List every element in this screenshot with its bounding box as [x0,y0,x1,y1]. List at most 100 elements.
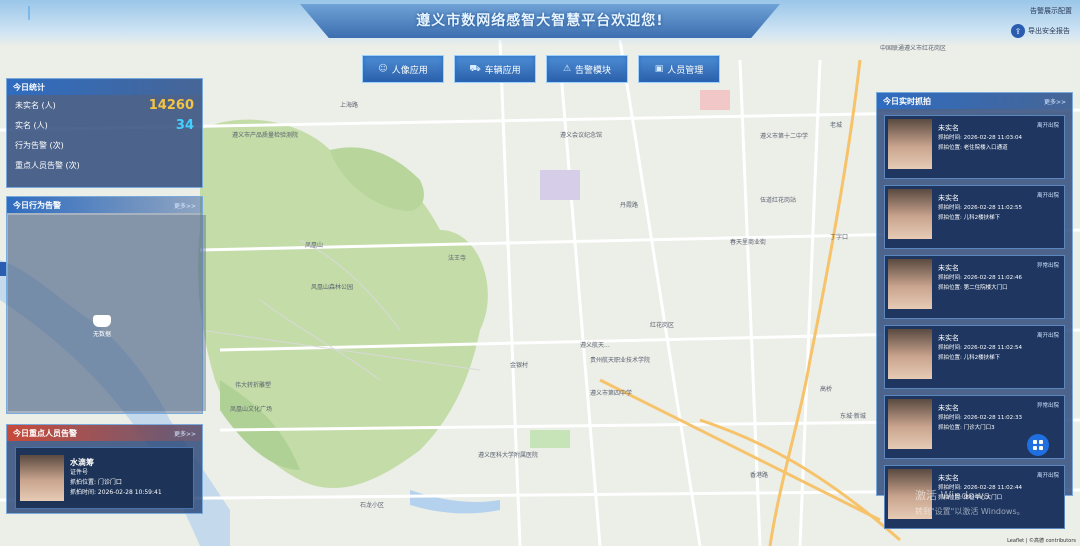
map-attribution[interactable]: Leaflet | ©高德 contributors [1007,537,1076,544]
export-report-label: 导出安全报告 [1028,27,1070,35]
capture-time: 抓拍时间: 2026-02-28 11:02:33 [938,415,1023,421]
nav-label: 告警模块 [575,65,612,76]
watermark-line: 激活 Windows [915,489,990,502]
person-name: 未实名 [938,404,959,412]
person-card-icon: ▣ [654,64,664,74]
more-link[interactable]: 更多>> [174,429,196,438]
more-link[interactable]: 更多>> [1044,97,1066,106]
person-photo [888,329,932,379]
map-label: 遵义航天... [580,342,610,349]
key-person-card[interactable]: 水滴筹 证件号 抓拍位置: 门诊门口 抓拍时间: 2026-02-28 10:5… [15,447,194,509]
nav-label: 车辆应用 [484,65,521,76]
map-label: 凤凰山 [305,242,324,249]
capture-time: 抓拍时间: 2026-02-28 11:02:55 [938,205,1023,211]
alarm-icon: ⚠ [562,64,572,74]
nav-label: 人像应用 [391,65,428,76]
map-label: 贵州航天职业技术学院 [590,357,651,364]
map-label: 凤凰山文化广场 [230,406,273,413]
top-header: 遵义市数网络感智大智慧平台欢迎您! 告警展示配置 ⇪ 导出安全报告 [0,0,1080,46]
map-label: 香港路 [750,472,769,479]
capture-card[interactable]: 未实名 抓拍时间: 2026-02-28 11:02:46 抓拍位置: 第二住院… [884,255,1065,319]
person-name: 未实名 [938,124,959,132]
capture-location: 抓拍位置: 门诊门口 [70,479,122,486]
today-stats-panel: 今日统计 未实名 (人) 14260 实名 (人) 34 行为告警 (次) 重点… [6,78,203,188]
stat-value: 14260 [148,97,194,113]
grid-icon [1033,440,1043,450]
map-label: 伟大转折雕塑 [235,382,272,389]
nav-label: 人员管理 [667,65,704,76]
map-label: 石龙小区 [360,502,385,509]
map-label: 遵义市第四中学 [590,390,633,397]
capture-card[interactable]: 未实名 抓拍时间: 2026-02-28 11:02:54 抓拍位置: 儿科2楼… [884,325,1065,389]
page-title: 遵义市数网络感智大智慧平台欢迎您! [416,13,664,29]
nav-face-app[interactable]: ☺ 人像应用 [362,55,444,83]
map-label: 遵义市产品质量检验测院 [232,132,299,139]
map-label: 春天里商业街 [730,239,767,246]
panel-header: 今日实时抓拍 更多>> [877,93,1072,109]
capture-location: 抓拍位置: 儿科2楼扶梯下 [938,355,1001,361]
map-label: 伍道红花岗站 [760,197,797,204]
person-id: 证件号 [70,469,89,476]
nav-vehicle-app[interactable]: ⛟ 车辆应用 [454,55,536,83]
map-label: 遵义市第十二中学 [760,133,809,140]
capture-card[interactable]: 未实名 抓拍时间: 2026-02-28 11:03:04 抓拍位置: 老住院楼… [884,115,1065,179]
stat-label: 未实名 (人) [15,100,56,110]
stat-label: 重点人员告警 (次) [15,160,80,170]
status-badge: 离开出院 [1036,123,1059,129]
capture-card[interactable]: 未实名 抓拍时间: 2026-02-28 11:02:55 抓拍位置: 儿科2楼… [884,185,1065,249]
map-label: 高桥 [820,386,833,393]
stat-row: 重点人员告警 (次) [7,155,202,175]
nav-alarm-module[interactable]: ⚠ 告警模块 [546,55,628,83]
capture-time: 抓拍时间: 2026-02-28 11:03:04 [938,135,1023,141]
status-badge: 离开出院 [1036,333,1059,339]
person-name: 未实名 [938,474,959,482]
status-badge: 离开出院 [1036,473,1059,479]
person-name: 水滴筹 [70,458,94,467]
stat-value: 34 [175,117,194,133]
panel-title: 今日实时抓拍 [883,96,931,106]
camera-icon [93,315,111,327]
person-photo [888,119,932,169]
key-person-alarm-panel: 今日重点人员告警 更多>> 水滴筹 证件号 抓拍位置: 门诊门口 抓拍时间: 2… [6,424,203,514]
map-label: 红花岗区 [650,322,675,329]
export-report-button[interactable]: ⇪ 导出安全报告 [1011,24,1070,38]
map-label: 遵义医科大学附属医院 [478,452,539,459]
panel-header: 今日行为告警 更多>> [7,197,202,213]
stat-label: 行为告警 (次) [15,140,64,150]
stat-label: 实名 (人) [15,120,48,130]
person-name: 未实名 [938,264,959,272]
alarm-config-link[interactable]: 告警展示配置 [1030,6,1072,16]
collapse-handle[interactable] [0,262,6,276]
stat-row: 实名 (人) 34 [7,115,202,135]
more-link[interactable]: 更多>> [174,201,196,210]
marker-label: 无数据 [93,331,112,338]
map-label: 东城·新城 [840,413,866,420]
nav-person-management[interactable]: ▣ 人员管理 [638,55,720,83]
behavior-alarm-panel: 今日行为告警 更多>> 无数据 [6,196,206,414]
panel-title: 今日统计 [13,82,45,92]
header-decoration [28,6,100,20]
person-photo [888,259,932,309]
person-photo [20,455,64,501]
map-label: 风凰山森林公园 [311,284,354,291]
status-badge: 离开出院 [1036,193,1059,199]
behavior-map-area[interactable]: 无数据 [8,215,206,411]
panel-header: 今日重点人员告警 更多>> [7,425,202,441]
status-badge: 异常出院 [1036,403,1059,409]
stat-row: 未实名 (人) 14260 [7,95,202,115]
person-name: 未实名 [938,334,959,342]
map-label: 上海路 [340,102,359,109]
windows-activation-watermark: 激活 Windows 转到"设置"以激活 Windows。 [915,488,1025,520]
map-label: 法王寺 [448,255,467,262]
capture-location: 抓拍位置: 老住院楼入口通道 [938,145,1008,151]
watermark-line: 转到"设置"以激活 Windows。 [915,507,1025,516]
app-grid-button[interactable] [1027,434,1049,456]
capture-time: 抓拍时间: 2026-02-28 10:59:41 [70,489,162,496]
panel-header: 今日统计 [7,79,202,95]
panel-title: 今日重点人员告警 [13,428,77,438]
capture-location: 抓拍位置: 第二住院楼大门口 [938,285,1008,291]
person-name: 未实名 [938,194,959,202]
map-label: 遵义会议纪念馆 [560,132,603,139]
map-marker[interactable]: 无数据 [93,315,111,338]
person-photo [888,189,932,239]
